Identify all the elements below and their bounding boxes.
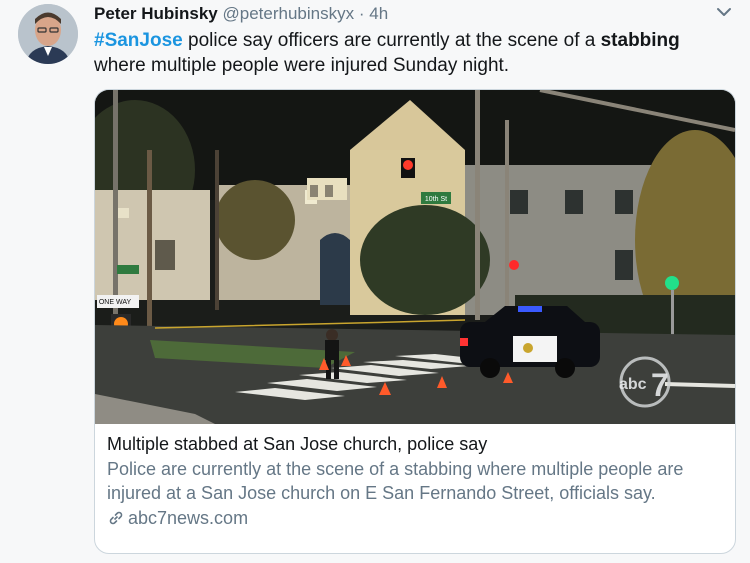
card-link[interactable]: abc7news.com bbox=[107, 506, 727, 530]
timestamp[interactable]: 4h bbox=[369, 4, 388, 23]
tweet-text: #SanJose police say officers are current… bbox=[94, 28, 734, 78]
abc-logo-number: 7 bbox=[651, 367, 669, 403]
tweet-text-part: police say officers are currently at the… bbox=[182, 30, 601, 51]
tweet-text-part: where multiple people were injured Sunda… bbox=[94, 55, 510, 76]
card-body: Multiple stabbed at San Jose church, pol… bbox=[107, 432, 727, 530]
link-icon bbox=[109, 511, 123, 525]
hashtag-link[interactable]: #SanJose bbox=[94, 30, 183, 51]
link-card[interactable]: 10th St ONE WAY abc 7 Multiple stabbed a… bbox=[94, 89, 736, 554]
tweet-text-bold: stabbing bbox=[600, 30, 680, 51]
author-handle[interactable]: @peterhubinskyx bbox=[223, 4, 355, 23]
card-image[interactable]: 10th St ONE WAY abc 7 bbox=[95, 90, 735, 424]
one-way-sign: ONE WAY bbox=[99, 299, 132, 306]
separator: · bbox=[358, 4, 365, 23]
avatar[interactable] bbox=[18, 4, 78, 64]
avatar-photo bbox=[18, 4, 78, 64]
card-description: Police are currently at the scene of a s… bbox=[107, 459, 684, 503]
card-title[interactable]: Multiple stabbed at San Jose church, pol… bbox=[107, 432, 727, 456]
tweet[interactable]: Peter Hubinsky @peterhubinskyx · 4h #San… bbox=[0, 0, 750, 563]
abc-logo-text: abc bbox=[619, 376, 647, 393]
card-link-domain[interactable]: abc7news.com bbox=[128, 506, 248, 530]
author-name[interactable]: Peter Hubinsky bbox=[94, 4, 218, 23]
tweet-header: Peter Hubinsky @peterhubinskyx · 4h bbox=[94, 2, 388, 26]
chevron-down-icon[interactable] bbox=[714, 2, 734, 22]
street-sign: 10th St bbox=[425, 196, 447, 203]
